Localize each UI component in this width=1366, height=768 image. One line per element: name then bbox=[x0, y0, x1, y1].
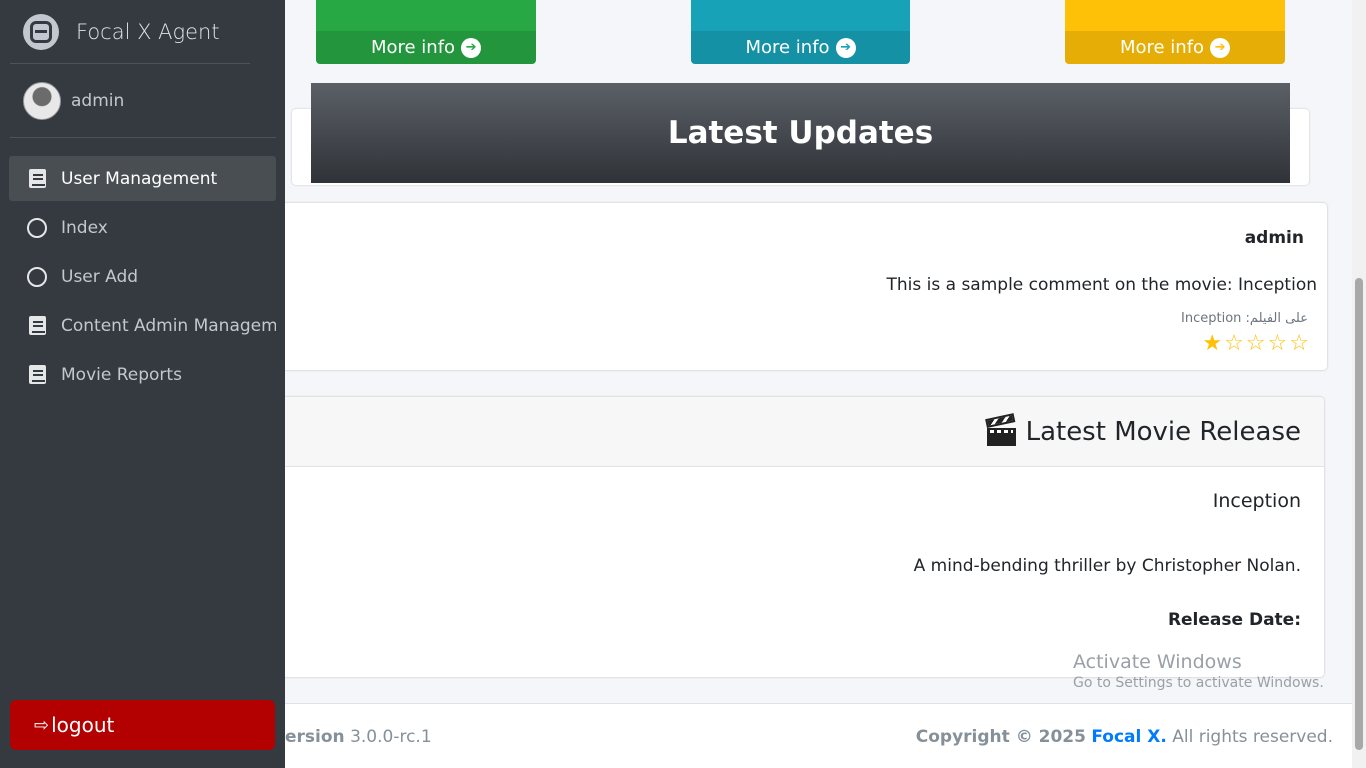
star-empty-icon: ☆ bbox=[1267, 331, 1288, 356]
comment-movie: على الفيلم: Inception bbox=[1181, 311, 1308, 326]
arrow-right-circle-icon: ➔ bbox=[835, 37, 856, 58]
sidebar-item-label: Movie Reports bbox=[61, 364, 182, 385]
arrow-right-circle-icon: ➔ bbox=[1210, 37, 1231, 58]
sidebar-item-content-admin[interactable]: Content Admin Manageme bbox=[9, 303, 276, 348]
comment-card: admin This is a sample comment on the mo… bbox=[270, 203, 1327, 370]
sidebar: Focal X Agent admin User Management Inde… bbox=[0, 0, 285, 768]
version-info: ersion 3.0.0-rc.1 bbox=[285, 727, 432, 747]
watermark-title: Activate Windows bbox=[1073, 651, 1242, 673]
brand-link[interactable]: Focal X. bbox=[1091, 727, 1166, 747]
scrollbar[interactable] bbox=[1352, 0, 1366, 768]
circle-icon bbox=[27, 266, 47, 287]
sidebar-item-label: Index bbox=[61, 217, 108, 238]
book-icon bbox=[27, 365, 47, 385]
comment-text: This is a sample comment on the movie: I… bbox=[886, 275, 1318, 295]
info-box-yellow: More info ➔ bbox=[1065, 0, 1285, 64]
updates-title: Latest Updates bbox=[667, 115, 934, 151]
sidebar-nav: User Management Index User Add Content A… bbox=[0, 156, 285, 397]
star-empty-icon: ☆ bbox=[1224, 331, 1244, 356]
logout-label: logout bbox=[51, 713, 115, 737]
logout-button[interactable]: ⇨ logout bbox=[10, 700, 275, 750]
more-info-label: More info bbox=[370, 37, 456, 58]
sidebar-item-label: User Management bbox=[61, 168, 218, 189]
more-info-label: More info bbox=[745, 37, 830, 58]
sidebar-item-label: User Add bbox=[61, 266, 139, 287]
info-box-green: More info ➔ bbox=[316, 0, 536, 64]
watermark-subtitle: Go to Settings to activate Windows. bbox=[1073, 675, 1324, 691]
scrollbar-thumb[interactable] bbox=[1355, 278, 1363, 750]
rights-text: All rights reserved. bbox=[1172, 727, 1333, 747]
star-empty-icon: ☆ bbox=[1245, 331, 1266, 356]
brand-logo-icon bbox=[23, 13, 59, 50]
more-info-link[interactable]: More info ➔ bbox=[1065, 31, 1285, 64]
book-icon bbox=[27, 316, 47, 336]
movie-card-header: Latest Movie Release bbox=[270, 397, 1324, 467]
more-info-link[interactable]: More info ➔ bbox=[316, 31, 536, 64]
more-info-label: More info bbox=[1119, 37, 1205, 58]
brand-link[interactable]: Focal X Agent bbox=[10, 0, 250, 64]
clapperboard-icon bbox=[984, 413, 1016, 446]
user-name: admin bbox=[71, 90, 125, 111]
sidebar-item-user-management[interactable]: User Management bbox=[9, 156, 276, 201]
comment-author: admin bbox=[1244, 228, 1304, 248]
star-filled-icon: ★ bbox=[1202, 331, 1223, 356]
sidebar-item-user-add[interactable]: User Add bbox=[9, 254, 276, 299]
movie-card: Latest Movie Release Inception A mind-be… bbox=[270, 397, 1324, 677]
star-rating: ★ ☆ ☆ ☆ ☆ bbox=[1202, 331, 1309, 356]
star-empty-icon: ☆ bbox=[1289, 331, 1309, 356]
version-label: ersion bbox=[285, 727, 345, 747]
movie-title: Inception bbox=[1212, 490, 1301, 512]
sidebar-item-index[interactable]: Index bbox=[9, 205, 276, 250]
movie-release-label: Release Date: bbox=[1167, 610, 1301, 630]
avatar bbox=[23, 81, 61, 120]
book-icon bbox=[27, 169, 47, 189]
sidebar-item-movie-reports[interactable]: Movie Reports bbox=[9, 352, 276, 397]
updates-header: Latest Updates bbox=[311, 83, 1290, 183]
more-info-link[interactable]: More info ➔ bbox=[691, 31, 910, 64]
arrow-right-circle-icon: ➔ bbox=[461, 37, 482, 58]
copyright-text: Copyright © 2025 bbox=[915, 727, 1086, 747]
user-panel[interactable]: admin bbox=[10, 64, 276, 138]
circle-icon bbox=[27, 217, 47, 238]
sidebar-item-label: Content Admin Manageme bbox=[61, 315, 276, 336]
version-value: 3.0.0-rc.1 bbox=[350, 727, 432, 747]
activation-watermark: Activate Windows Go to Settings to activ… bbox=[1073, 651, 1324, 691]
brand-name: Focal X Agent bbox=[76, 19, 220, 44]
movie-card-title: Latest Movie Release bbox=[1025, 416, 1301, 447]
info-box-teal: More info ➔ bbox=[691, 0, 910, 64]
movie-description: A mind-bending thriller by Christopher N… bbox=[913, 556, 1301, 576]
sign-out-icon: ⇨ bbox=[34, 714, 50, 736]
copyright: Copyright © 2025 Focal X. All rights res… bbox=[916, 727, 1333, 747]
